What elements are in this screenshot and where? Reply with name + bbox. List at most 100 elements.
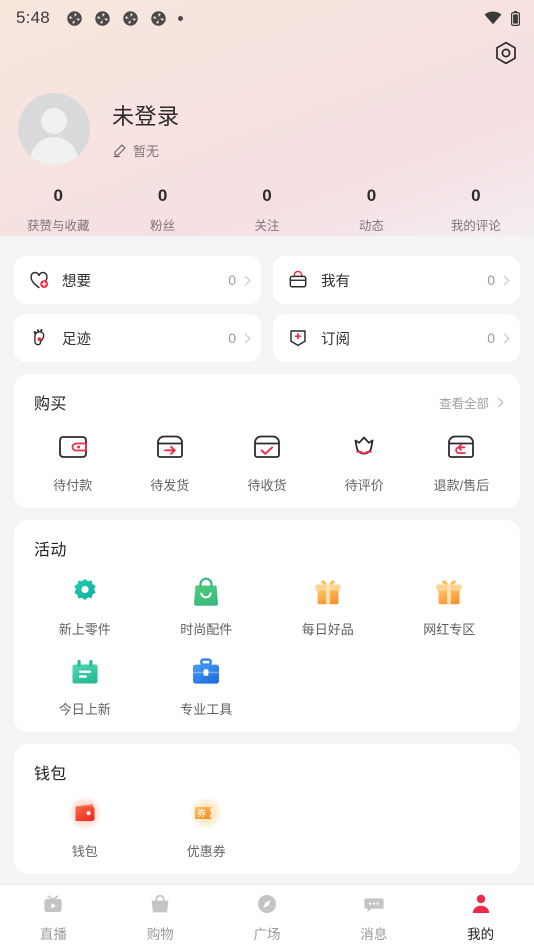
activity-item-new-today[interactable]: 今日上新 bbox=[24, 652, 146, 718]
settings-row bbox=[0, 36, 534, 76]
purchase-item-label: 待评价 bbox=[344, 478, 384, 493]
tab-label: 购物 bbox=[146, 927, 174, 942]
pencil-edit-icon bbox=[113, 144, 126, 157]
quick-link-label: 订阅 bbox=[321, 331, 350, 348]
bookmark-plus-icon bbox=[290, 330, 306, 347]
quick-link-label: 我有 bbox=[321, 273, 350, 290]
battery-icon bbox=[511, 10, 520, 26]
signature-row[interactable]: 暂无 bbox=[112, 141, 180, 160]
quick-link-count: 0 bbox=[487, 330, 495, 346]
activity-item-fashion-accessories[interactable]: 时尚配件 bbox=[146, 572, 268, 638]
stat-label: 关注 bbox=[254, 219, 280, 233]
activity-header: 活动 bbox=[24, 536, 510, 560]
purchase-items: 待付款 待发货 待收货 待评价 退款/售后 bbox=[24, 430, 510, 494]
purchase-item-refund[interactable]: 退款/售后 bbox=[413, 430, 510, 494]
quick-link-have[interactable]: 我有 0 bbox=[273, 256, 520, 304]
quick-link-footprints[interactable]: 足迹 0 bbox=[14, 314, 261, 362]
calendar-icon bbox=[68, 652, 102, 692]
chevron-right-icon bbox=[240, 333, 251, 343]
status-bar: 5:48 bbox=[0, 0, 534, 36]
quick-link-label: 想要 bbox=[62, 273, 91, 290]
view-all-label: 查看全部 bbox=[438, 396, 489, 411]
settings-nut-icon[interactable] bbox=[492, 40, 520, 73]
purchase-item-pending-shipment[interactable]: 待发货 bbox=[121, 430, 218, 494]
stat-label: 粉丝 bbox=[150, 219, 176, 233]
stat-value: 0 bbox=[366, 186, 377, 205]
activity-item-pro-tools[interactable]: 专业工具 bbox=[146, 652, 268, 718]
pinwheel-icon bbox=[151, 10, 166, 26]
section-title: 购买 bbox=[34, 396, 67, 413]
pinwheel-icon bbox=[95, 10, 110, 26]
status-notification-icons bbox=[66, 10, 183, 27]
bottom-navigation: 直播 购物 广场 消息 我的 bbox=[0, 884, 534, 950]
signature-text: 暂无 bbox=[133, 143, 160, 159]
profile-header[interactable]: 未登录 暂无 bbox=[0, 76, 534, 172]
activity-item-influencer-zone[interactable]: 网红专区 bbox=[389, 572, 511, 638]
activity-item-label: 时尚配件 bbox=[180, 622, 233, 637]
tab-square[interactable]: 广场 bbox=[214, 892, 321, 943]
compass-icon bbox=[255, 892, 279, 916]
status-time: 5:48 bbox=[16, 8, 50, 27]
stat-item[interactable]: 0 我的评论 bbox=[424, 186, 528, 234]
coupon-glyph-text: 券 bbox=[197, 807, 206, 818]
stat-item[interactable]: 0 动态 bbox=[319, 186, 423, 234]
purchase-item-pending-payment[interactable]: 待付款 bbox=[24, 430, 121, 494]
activity-item-new-parts[interactable]: 新上零件 bbox=[24, 572, 146, 638]
gift-box-icon bbox=[311, 572, 345, 612]
tab-label: 消息 bbox=[360, 927, 388, 942]
purchase-item-label: 待发货 bbox=[150, 478, 190, 493]
briefcase-icon bbox=[189, 652, 223, 692]
footprint-icon bbox=[33, 328, 45, 346]
pinwheel-icon bbox=[123, 10, 138, 26]
activity-section: 活动 新上零件 时尚配件 每日好品 网红专区 今日上新 专业工具 bbox=[14, 520, 520, 732]
activity-item-label: 网红专区 bbox=[423, 622, 476, 637]
basket-icon bbox=[289, 270, 307, 288]
wallet-item-label: 钱包 bbox=[71, 844, 98, 859]
tab-live[interactable]: 直播 bbox=[0, 892, 107, 943]
stats-row: 0 获赞与收藏 0 粉丝 0 关注 0 动态 0 我的评论 bbox=[0, 186, 534, 250]
chevron-right-icon bbox=[240, 275, 251, 285]
quick-link-label: 足迹 bbox=[62, 331, 91, 348]
purchase-item-label: 待收货 bbox=[247, 478, 287, 493]
tab-messages[interactable]: 消息 bbox=[320, 892, 427, 943]
stat-item[interactable]: 0 获赞与收藏 bbox=[6, 186, 110, 234]
purchase-item-pending-review[interactable]: 待评价 bbox=[316, 430, 413, 494]
avatar[interactable] bbox=[18, 93, 90, 165]
quick-link-subscribe[interactable]: 订阅 0 bbox=[273, 314, 520, 362]
wallet-section: 钱包 钱包 券 优惠券 bbox=[14, 744, 520, 874]
profile-screen: 5:48 未登录 暂无 0 获赞与收藏 0 粉丝 0 关注 0 动态 0 我的评… bbox=[0, 0, 534, 950]
tab-mine[interactable]: 我的 bbox=[427, 892, 534, 943]
activity-item-label: 今日上新 bbox=[58, 702, 111, 717]
stat-value: 0 bbox=[471, 186, 481, 205]
section-title: 活动 bbox=[34, 542, 67, 559]
stat-label: 我的评论 bbox=[450, 219, 501, 233]
activity-item-label: 新上零件 bbox=[58, 622, 111, 637]
tab-shopping[interactable]: 购物 bbox=[107, 892, 214, 943]
stat-item[interactable]: 0 关注 bbox=[215, 186, 319, 234]
wifi-icon bbox=[484, 11, 502, 25]
flower-icon bbox=[349, 430, 379, 464]
avatar-head-shape bbox=[41, 108, 67, 134]
tab-label: 直播 bbox=[39, 927, 67, 942]
wallet-item-wallet[interactable]: 钱包 bbox=[24, 796, 146, 860]
scroll-content[interactable]: 5:48 未登录 暂无 0 获赞与收藏 0 粉丝 0 关注 0 动态 0 我的评… bbox=[0, 0, 534, 950]
pinwheel-icon bbox=[67, 10, 82, 26]
quick-link-count: 0 bbox=[228, 330, 236, 346]
quick-link-count: 0 bbox=[228, 272, 236, 288]
tab-label: 广场 bbox=[253, 927, 281, 942]
activity-item-label: 每日好品 bbox=[301, 622, 354, 637]
shopping-basket-icon bbox=[148, 892, 172, 916]
quick-link-count: 0 bbox=[487, 272, 495, 288]
stat-item[interactable]: 0 粉丝 bbox=[110, 186, 214, 234]
wallet-item-coupon[interactable]: 券 优惠券 bbox=[146, 796, 268, 860]
view-all-button[interactable]: 查看全部 bbox=[438, 393, 504, 412]
wallet-outline-icon bbox=[58, 430, 88, 464]
wallet-filled-icon bbox=[68, 796, 102, 830]
stat-value: 0 bbox=[53, 186, 63, 205]
quick-link-want[interactable]: 想要 0 bbox=[14, 256, 261, 304]
purchase-section: 购买 查看全部 待付款 待发货 待收货 待评价 退款/售后 bbox=[14, 374, 520, 508]
chevron-right-icon bbox=[493, 397, 504, 407]
purchase-item-pending-receipt[interactable]: 待收货 bbox=[218, 430, 315, 494]
activity-item-daily-goods[interactable]: 每日好品 bbox=[267, 572, 389, 638]
nickname[interactable]: 未登录 bbox=[112, 99, 180, 131]
